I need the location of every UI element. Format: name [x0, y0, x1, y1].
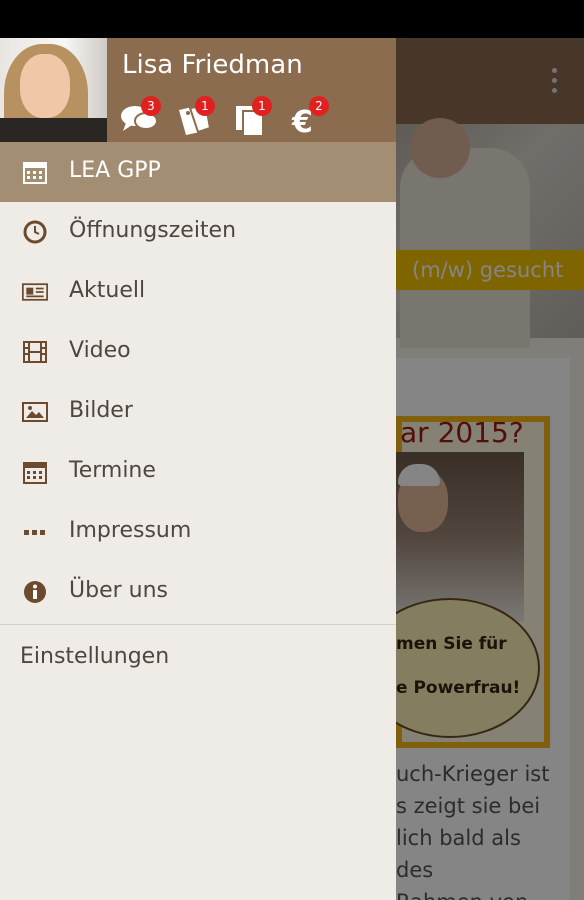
menu-item-ueber-uns[interactable]: Über uns [0, 562, 396, 622]
coupons-badge: 1 [195, 96, 215, 116]
menu-item-label: Aktuell [69, 278, 146, 303]
image-icon [22, 402, 48, 422]
avatar[interactable] [0, 38, 107, 142]
menu-item-label: Über uns [69, 578, 168, 603]
menu-item-termine[interactable]: Termine [0, 442, 396, 502]
menu-item-label: Öffnungszeiten [69, 218, 237, 243]
more-dots-icon [24, 530, 45, 535]
documents-button[interactable]: 1 [234, 96, 278, 136]
payments-button[interactable]: € 2 [290, 96, 334, 138]
menu-item-label: Impressum [69, 518, 192, 543]
settings-item[interactable]: Einstellungen [20, 644, 169, 669]
calendar-icon [23, 462, 47, 484]
newspaper-icon [22, 283, 48, 301]
menu-item-label: Termine [69, 458, 156, 483]
documents-badge: 1 [252, 96, 272, 116]
calendar-icon [23, 162, 47, 184]
film-icon [23, 341, 47, 363]
payments-badge: 2 [309, 96, 329, 116]
user-name: Lisa Friedman [122, 50, 303, 80]
menu-item-label: LEA GPP [69, 158, 161, 183]
menu-item-lea-gpp[interactable]: LEA GPP [0, 142, 396, 202]
menu-item-bilder[interactable]: Bilder [0, 382, 396, 442]
menu-item-aktuell[interactable]: Aktuell [0, 262, 396, 322]
menu-divider [0, 624, 396, 625]
menu-item-label: Bilder [69, 398, 133, 423]
menu-item-video[interactable]: Video [0, 322, 396, 382]
messages-button[interactable]: 3 [120, 96, 164, 136]
info-icon [24, 581, 46, 603]
clock-icon [23, 220, 47, 244]
menu-item-oeffnungszeiten[interactable]: Öffnungszeiten [0, 202, 396, 262]
navigation-drawer: Lisa Friedman 3 1 1 € 2 LEA GPP Öffnungs… [0, 38, 396, 900]
menu-item-label: Video [69, 338, 131, 363]
messages-badge: 3 [141, 96, 161, 116]
menu-item-impressum[interactable]: Impressum [0, 502, 396, 562]
drawer-header: Lisa Friedman 3 1 1 € 2 [0, 38, 396, 142]
coupons-button[interactable]: 1 [176, 96, 220, 136]
status-bar [0, 0, 584, 38]
